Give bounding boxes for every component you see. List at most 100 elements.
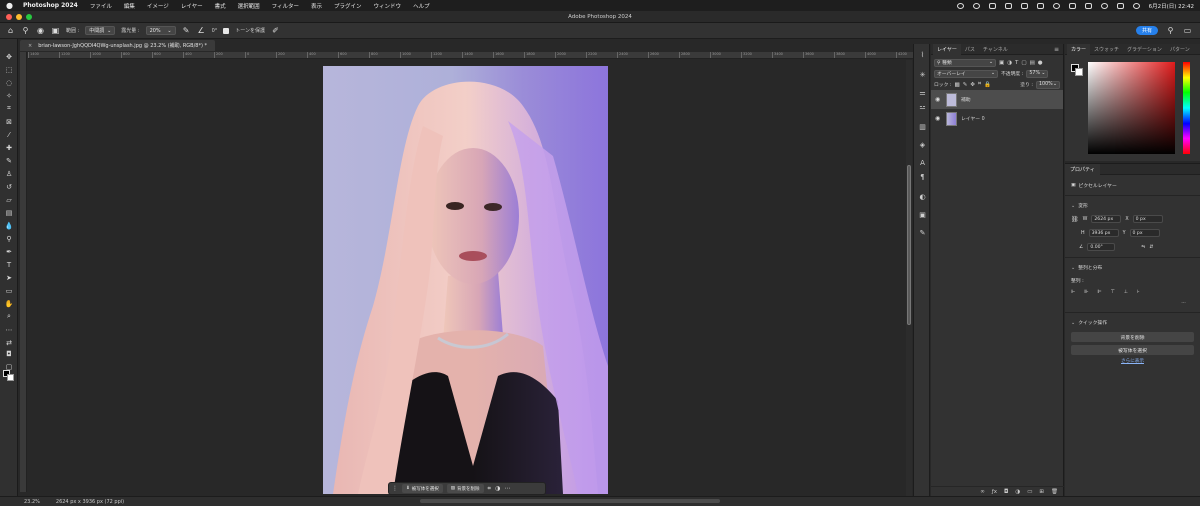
tab-channels[interactable]: チャンネル: [979, 44, 1012, 55]
lock-all-icon[interactable]: 🔒: [984, 82, 991, 88]
flip-vertical-icon[interactable]: ⇵: [1149, 245, 1153, 250]
close-window-icon[interactable]: [6, 14, 12, 20]
chevron-down-icon[interactable]: ⌄: [1071, 265, 1075, 271]
type-tool-icon[interactable]: T: [4, 260, 14, 269]
width-field[interactable]: 2624 px: [1091, 215, 1122, 223]
quick-mask-icon[interactable]: ◘: [4, 349, 14, 358]
layer-style-icon[interactable]: ƒx: [992, 489, 997, 495]
airbrush-icon[interactable]: ✎: [182, 26, 191, 35]
opacity-input[interactable]: 57% ⌄: [1026, 69, 1049, 78]
adjustments-panel-icon[interactable]: ⚌: [918, 88, 927, 97]
background-color-swatch[interactable]: [1075, 68, 1083, 76]
menu-filter[interactable]: フィルター: [272, 2, 299, 10]
rectangle-tool-icon[interactable]: ▭: [4, 286, 14, 295]
layer-row-assist[interactable]: ◉ 補助: [931, 90, 1063, 109]
battery-icon[interactable]: [1036, 2, 1044, 9]
image-panel-icon[interactable]: ▣: [918, 210, 927, 219]
fill-input[interactable]: 100% ⌄: [1036, 80, 1060, 89]
horizontal-scrollbar[interactable]: [420, 499, 720, 503]
align-middle-icon[interactable]: ⊥: [1124, 290, 1128, 295]
menu-file[interactable]: ファイル: [90, 2, 112, 10]
character-panel-icon[interactable]: A: [918, 158, 927, 167]
filter-smart-object-icon[interactable]: ▤: [1030, 60, 1035, 66]
color-adjust-panel-icon[interactable]: ◐: [918, 192, 927, 201]
lock-artboard-icon[interactable]: ⌗: [978, 81, 981, 88]
filter-pixel-icon[interactable]: ▣: [999, 60, 1004, 66]
visibility-eye-icon[interactable]: ◉: [935, 115, 942, 122]
menu-layer[interactable]: レイヤー: [181, 2, 203, 10]
brush-settings-panel-icon[interactable]: ✳: [918, 70, 927, 79]
paragraph-panel-icon[interactable]: ¶: [918, 172, 927, 181]
app-menu[interactable]: Photoshop 2024: [23, 2, 78, 9]
headphones-icon[interactable]: [988, 2, 996, 9]
swap-colors-icon[interactable]: ⇄: [4, 338, 14, 347]
dodge-tool-icon[interactable]: ⚲: [4, 234, 14, 243]
lasso-tool-icon[interactable]: ◌: [4, 78, 14, 87]
layer-name[interactable]: レイヤー 0: [961, 115, 985, 122]
filter-adjustment-icon[interactable]: ◑: [1007, 60, 1012, 66]
menu-edit[interactable]: 編集: [124, 2, 135, 10]
history-brush-tool-icon[interactable]: ↺: [4, 182, 14, 191]
frame-tool-icon[interactable]: ⊠: [4, 117, 14, 126]
filter-toggle-icon[interactable]: ●: [1038, 60, 1043, 66]
healing-brush-tool-icon[interactable]: ✚: [4, 143, 14, 152]
document-canvas[interactable]: [323, 66, 608, 494]
brush-settings-icon[interactable]: ▣: [51, 26, 60, 35]
link-dimensions-icon[interactable]: ⛓: [1071, 216, 1079, 223]
history-panel-icon[interactable]: ⌇: [918, 50, 927, 59]
path-selection-tool-icon[interactable]: ➤: [4, 273, 14, 282]
align-right-icon[interactable]: ⊫: [1097, 290, 1101, 295]
clone-stamp-tool-icon[interactable]: ♙: [4, 169, 14, 178]
workspace-icon[interactable]: ▭: [1183, 26, 1192, 35]
menu-image[interactable]: イメージ: [147, 2, 169, 10]
marquee-tool-icon[interactable]: ⬚: [4, 65, 14, 74]
select-subject-button[interactable]: ⬇ 被写体を選択: [402, 484, 443, 493]
layer-name[interactable]: 補助: [961, 96, 971, 103]
status-icon[interactable]: [972, 2, 980, 9]
tab-patterns[interactable]: パターン: [1166, 44, 1194, 55]
height-field[interactable]: 3936 px: [1088, 229, 1119, 237]
more-options-icon[interactable]: ⋯: [504, 485, 510, 492]
delete-layer-icon[interactable]: 🗑: [1051, 489, 1058, 495]
menu-window[interactable]: ウィンドウ: [374, 2, 402, 10]
angle-field[interactable]: 0.00°: [1087, 243, 1116, 251]
dropbox-icon[interactable]: [1020, 2, 1028, 9]
blur-tool-icon[interactable]: 💧: [4, 221, 14, 230]
libraries-panel-icon[interactable]: ▥: [918, 122, 927, 131]
home-icon[interactable]: ⌂: [6, 26, 15, 35]
more-tools-icon[interactable]: ⋯: [4, 325, 14, 334]
tab-paths[interactable]: パス: [961, 44, 979, 55]
menu-type[interactable]: 書式: [215, 2, 226, 10]
tab-properties[interactable]: プロパティ: [1065, 163, 1100, 175]
apple-menu-icon[interactable]: ●: [6, 1, 13, 10]
magic-wand-tool-icon[interactable]: ✧: [4, 91, 14, 100]
wifi-icon[interactable]: [1084, 2, 1092, 9]
share-button[interactable]: 共有: [1135, 26, 1158, 35]
shapes-panel-icon[interactable]: ◈: [918, 140, 927, 149]
visibility-eye-icon[interactable]: ◉: [935, 96, 942, 103]
add-mask-icon[interactable]: ◘: [1004, 489, 1008, 495]
creative-cloud-icon[interactable]: [956, 2, 964, 9]
remove-background-button[interactable]: 背景を削除: [1071, 332, 1194, 342]
exposure-input[interactable]: 20% ⌄: [145, 26, 176, 35]
play-icon[interactable]: [1052, 2, 1060, 9]
eyedropper-tool-icon[interactable]: ⁄: [4, 130, 14, 139]
eraser-tool-icon[interactable]: ▱: [4, 195, 14, 204]
filter-shape-icon[interactable]: ▢: [1021, 60, 1026, 66]
brush-tool-icon[interactable]: ✎: [4, 156, 14, 165]
chevron-down-icon[interactable]: ⌄: [1071, 203, 1075, 209]
search-icon[interactable]: ⚲: [1166, 26, 1175, 35]
dodge-tool-preset-icon[interactable]: ⚲: [21, 26, 30, 35]
menubar-clock[interactable]: 6月2日(日) 22:42: [1149, 2, 1194, 10]
move-tool-icon[interactable]: ✥: [4, 52, 14, 61]
pressure-icon[interactable]: ✐: [271, 26, 280, 35]
menu-select[interactable]: 選択範囲: [238, 2, 260, 10]
tab-gradients[interactable]: グラデーション: [1123, 44, 1166, 55]
screen-mode-icon[interactable]: ▢: [4, 362, 14, 371]
lock-image-icon[interactable]: ✎: [963, 82, 968, 88]
bluetooth-icon[interactable]: [1068, 2, 1076, 9]
angle-value[interactable]: 0°: [212, 28, 218, 34]
gradient-tool-icon[interactable]: ▤: [4, 208, 14, 217]
hue-slider[interactable]: [1183, 62, 1190, 154]
flip-horizontal-icon[interactable]: ⇋: [1141, 245, 1145, 250]
